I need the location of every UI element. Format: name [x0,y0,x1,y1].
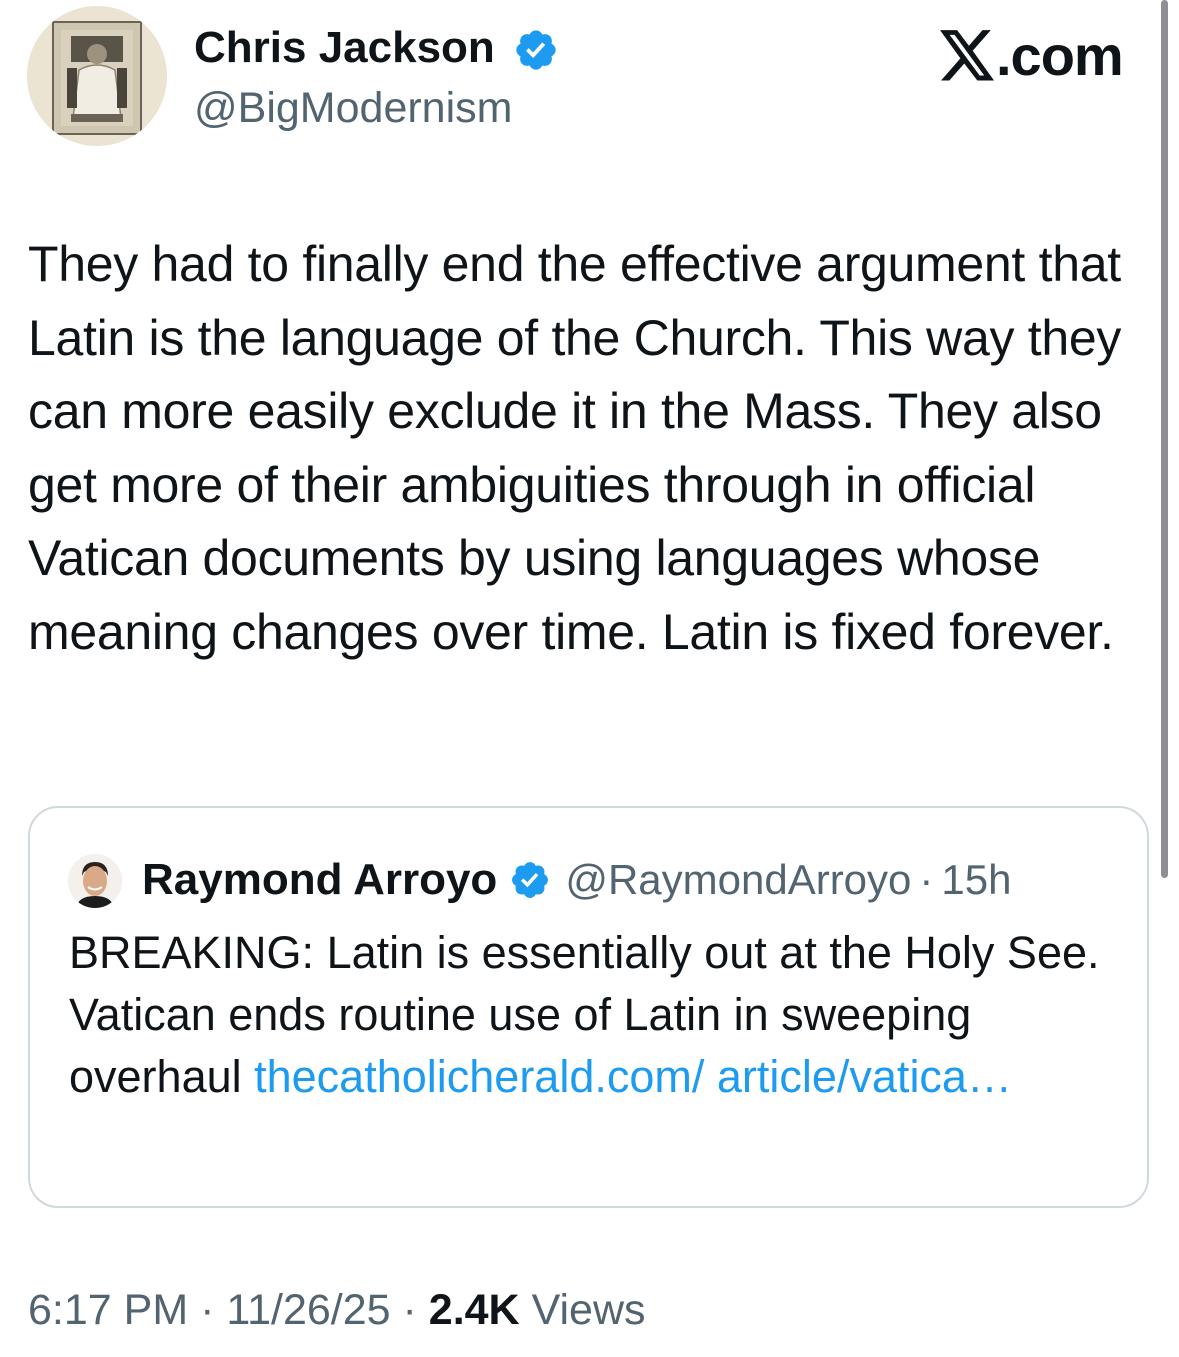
author-handle[interactable]: @BigModernism [194,82,512,134]
quote-author-avatar[interactable] [68,854,122,908]
man-portrait-avatar [68,854,122,908]
verified-badge-icon [516,30,556,70]
quote-author-name[interactable]: Raymond Arroyo [142,855,497,905]
author-name[interactable]: Chris Jackson [194,22,495,74]
quote-text: BREAKING: Latin is essentially out at th… [69,922,1119,1108]
views-label: Views [519,1286,646,1334]
x-logo-icon [940,30,994,81]
quote-link[interactable]: thecatholicherald.com/ article/vatica… [254,1051,1012,1102]
separator-dot: · [919,856,934,903]
verified-badge-icon [512,862,549,898]
separator-dot: · [390,1286,429,1334]
separator-dot: · [188,1286,227,1334]
author-avatar[interactable] [27,6,167,146]
tweet-time[interactable]: 6:17 PM [28,1286,188,1334]
quote-timestamp[interactable]: 15h [941,856,1011,904]
xcom-text: .com [996,24,1124,87]
pope-portrait-avatar [27,6,167,146]
tweet-date[interactable]: 11/26/25 [226,1286,390,1334]
scrollbar[interactable] [1161,0,1168,878]
xcom-brand: .com [940,24,1124,87]
quote-author-handle[interactable]: @RaymondArroyo [565,856,911,904]
quote-header: Raymond Arroyo @RaymondArroyo · 15h [142,852,1011,908]
tweet-meta: 6:17 PM · 11/26/25 · 2.4K Views [28,1284,646,1336]
views-count: 2.4K [428,1286,520,1334]
tweet-text: They had to finally end the effective ar… [28,236,1122,660]
